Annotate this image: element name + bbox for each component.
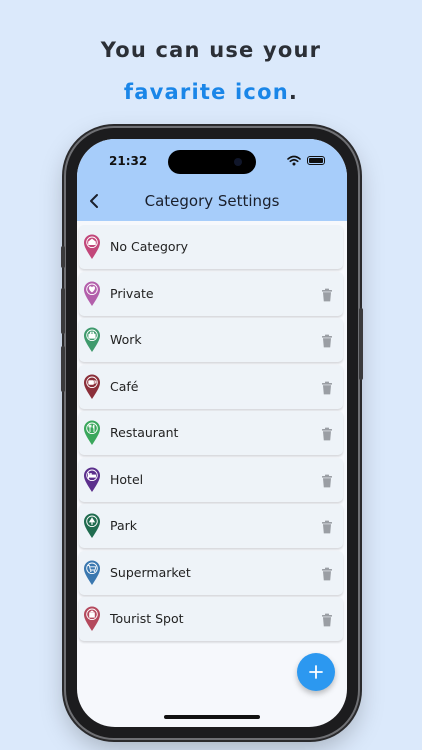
dynamic-island [168,150,256,174]
map-pin-icon [83,327,101,353]
map-pin-icon [83,281,101,307]
category-label: No Category [110,239,189,254]
home-indicator [164,715,260,719]
plus-icon [309,665,323,679]
map-pin-icon [83,420,101,446]
trash-icon[interactable] [321,566,333,580]
phone-volume-up [61,288,65,334]
category-row[interactable]: Park [79,504,343,548]
promo-highlight: favarite icon [123,80,289,104]
app-screen: 21:32 Category Settings No Category Priva… [77,139,347,727]
camera-icon [234,158,242,166]
wifi-icon [287,155,301,166]
category-row[interactable]: No Category [79,225,343,269]
category-label: Café [110,378,139,394]
app-bar: 21:32 Category Settings [77,139,347,221]
map-pin-icon [83,513,101,539]
category-label: Restaurant [110,425,179,440]
trash-icon[interactable] [321,519,333,534]
category-label: Supermarket [110,564,191,580]
status-icons [287,155,325,166]
phone-power-button [359,308,363,380]
category-row[interactable]: Work [79,318,343,362]
map-pin-icon [83,374,101,400]
trash-icon[interactable] [321,473,333,487]
status-time: 21:32 [109,154,148,168]
map-pin-icon [83,606,101,632]
page-title: Category Settings [144,192,280,210]
add-category-button[interactable] [297,653,335,691]
promo-period: . [288,80,299,104]
promo-headline-line2: favarite icon. [0,80,422,104]
map-pin-icon [83,234,101,260]
category-row[interactable]: Hotel [79,457,343,502]
category-row[interactable]: Tourist Spot [79,597,343,641]
trash-icon[interactable] [321,287,333,301]
map-pin-icon [83,560,101,586]
category-label: Private [110,285,154,301]
category-row[interactable]: Supermarket [79,550,343,595]
category-label: Tourist Spot [110,611,184,626]
category-row[interactable]: Café [79,364,343,409]
category-label: Park [110,518,138,533]
category-row[interactable]: Restaurant [79,411,343,455]
promo-headline-line1: You can use your [100,38,322,62]
phone-mute-switch [61,246,65,268]
trash-icon[interactable] [321,380,333,394]
map-pin-icon [83,467,101,493]
battery-icon [307,156,325,165]
category-label: Hotel [110,471,144,487]
trash-icon[interactable] [321,333,333,348]
trash-icon[interactable] [321,612,333,627]
phone-volume-down [61,346,65,392]
trash-icon[interactable] [321,426,333,441]
phone-frame: 21:32 Category Settings No Category Priva… [61,128,363,738]
category-label: Work [110,332,142,347]
category-row[interactable]: Private [79,271,343,316]
